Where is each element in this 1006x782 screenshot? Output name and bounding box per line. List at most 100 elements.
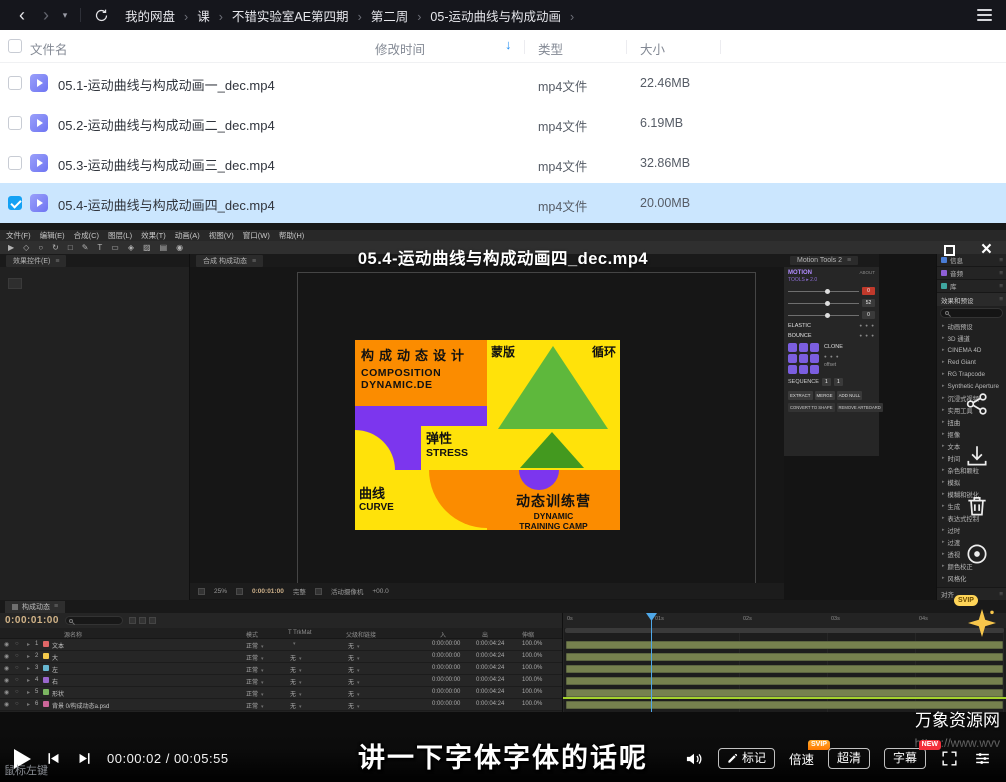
file-list: 文件名 修改时间 ↓ 类型 大小 05.1-运动曲线与构成动画一_dec.mp4… <box>0 30 1006 223</box>
back-icon[interactable]: ‹ <box>10 1 34 29</box>
column-filename[interactable]: 文件名 <box>30 39 68 58</box>
ae-zoom-level: 25% <box>214 588 227 595</box>
timeline-switch-icons <box>129 617 156 624</box>
layer-mode: 正常 <box>246 677 264 686</box>
column-mtime[interactable]: 修改时间 <box>375 39 425 58</box>
fullscreen-icon[interactable] <box>940 749 959 768</box>
timeline-track-bar <box>566 701 1003 709</box>
divider <box>626 40 627 54</box>
file-name[interactable]: 05.2-运动曲线与构成动画二_dec.mp4 <box>58 115 275 134</box>
file-checkbox[interactable] <box>8 116 22 130</box>
layer-stretch: 100.0% <box>522 701 542 707</box>
download-button[interactable] <box>964 443 992 471</box>
file-row[interactable]: 05.4-运动曲线与构成动画四_dec.mp4 mp4文件 20.00MB <box>0 183 1006 223</box>
maximize-button[interactable] <box>944 245 955 256</box>
effects-panel-title: 效果和预设 <box>937 293 1006 306</box>
breadcrumb-item[interactable]: 第二周 <box>371 6 431 25</box>
layer-solo-icon: ○ <box>15 677 19 683</box>
artwork-text: 曲线 <box>359 483 421 502</box>
breadcrumb-item[interactable]: 05-运动曲线与构成动画 <box>430 6 583 25</box>
share-button[interactable] <box>964 391 992 419</box>
quality-button[interactable]: 超清 <box>828 748 870 769</box>
layer-parent: 无 <box>348 701 360 710</box>
volume-icon[interactable] <box>684 749 704 769</box>
speed-button[interactable]: 倍速 SVIP <box>789 749 814 768</box>
quarter-circle-shape <box>355 430 395 470</box>
record-button[interactable] <box>964 541 992 569</box>
column-size[interactable]: 大小 <box>640 39 665 58</box>
speed-label: 倍速 <box>789 753 814 767</box>
file-size: 6.19MB <box>640 116 683 130</box>
layer-name: 左 <box>52 665 58 674</box>
playhead-line <box>651 613 652 712</box>
layer-parent: 无 <box>348 677 360 686</box>
timeline-search-box <box>65 616 123 625</box>
ae-menu-item: 帮助(H) <box>279 230 304 241</box>
layer-mode: 正常 <box>246 701 264 710</box>
forward-icon[interactable]: › <box>34 1 58 29</box>
file-name[interactable]: 05.1-运动曲线与构成动画一_dec.mp4 <box>58 75 275 94</box>
layer-expand-icon: ▸ <box>27 665 30 672</box>
artwork-elastic-block: 弹性 STRESS <box>421 426 487 470</box>
settings-icon[interactable] <box>973 749 992 768</box>
history-dropdown-icon[interactable]: ▾ <box>58 1 72 29</box>
panel-label: 效果和预设 <box>941 295 974 305</box>
caption-button[interactable]: 字幕 NEW <box>884 748 926 769</box>
ae-exposure: +00.0 <box>372 588 388 595</box>
refresh-icon[interactable] <box>89 8 113 23</box>
file-type: mp4文件 <box>538 196 587 215</box>
file-row[interactable]: 05.3-运动曲线与构成动画三_dec.mp4 mp4文件 32.86MB <box>0 143 1006 183</box>
slider-value: 0 <box>862 287 875 295</box>
file-checkbox[interactable] <box>8 196 22 210</box>
mt-slider: 52 <box>788 299 875 307</box>
file-checkbox[interactable] <box>8 156 22 170</box>
video-player[interactable]: 文件(F)编辑(E)合成(C)图层(L)效果(T)动画(A)视图(V)窗口(W)… <box>0 223 1006 782</box>
effect-category: 3D 通道 <box>937 332 1006 344</box>
artwork-text: DYNAMIC.DE <box>361 379 487 391</box>
file-type: mp4文件 <box>538 116 587 135</box>
ae-menu-item: 效果(T) <box>141 230 166 241</box>
timeline-layer-row: ◉ ○ ▸ 2 大 正常 无 无 0:00:00:00 0:00:04:24 1… <box>0 651 562 663</box>
file-name[interactable]: 05.4-运动曲线与构成动画四_dec.mp4 <box>58 195 275 214</box>
slider-track <box>788 315 859 316</box>
ae-panel-item <box>8 278 22 289</box>
ae-menu-item: 合成(C) <box>74 230 99 241</box>
mt-button: CONVERT TO SHAPE <box>788 403 835 412</box>
svip-widget[interactable]: SVIP <box>954 595 998 647</box>
panel-icon <box>941 283 947 289</box>
file-row[interactable]: 05.1-运动曲线与构成动画一_dec.mp4 mp4文件 22.46MB <box>0 63 1006 103</box>
sort-desc-icon[interactable]: ↓ <box>505 37 512 52</box>
column-type[interactable]: 类型 <box>538 39 563 58</box>
layer-number: 2 <box>35 653 38 659</box>
layer-expand-icon: ▸ <box>27 701 30 708</box>
timeline-track-area: 0s01s02s03s04s <box>562 613 1006 712</box>
file-checkbox[interactable] <box>8 76 22 90</box>
mt-button: REMOVE ARTBOARD <box>837 403 883 412</box>
col-stretch: 伸缩 <box>522 630 534 639</box>
window-controls: × <box>944 243 992 257</box>
col-mode: 模式 <box>246 630 258 639</box>
file-size: 20.00MB <box>640 196 690 210</box>
breadcrumb-item[interactable]: 不错实验室AE第四期 <box>232 6 371 25</box>
close-button[interactable]: × <box>981 243 992 257</box>
mark-button[interactable]: 标记 <box>718 748 775 769</box>
file-name[interactable]: 05.3-运动曲线与构成动画三_dec.mp4 <box>58 155 275 174</box>
file-type: mp4文件 <box>538 76 587 95</box>
select-all-checkbox[interactable] <box>8 39 22 53</box>
file-row[interactable]: 05.2-运动曲线与构成动画二_dec.mp4 mp4文件 6.19MB <box>0 103 1006 143</box>
menu-icon[interactable] <box>977 9 992 21</box>
mt-offset-label: offset <box>824 361 843 370</box>
quality-label: 超清 <box>837 751 861 766</box>
player-controls: 00:00:02 / 00:05:55 标记 倍速 SVIP 超清 字幕 NEW <box>0 735 1006 782</box>
breadcrumb-item[interactable]: 我的网盘 <box>125 6 197 25</box>
timeline-track-bar <box>566 665 1003 673</box>
next-button[interactable] <box>76 750 93 767</box>
layer-mode: 正常 <box>246 689 264 698</box>
layer-out-time: 0:00:04:24 <box>476 677 504 683</box>
delete-button[interactable] <box>964 493 992 521</box>
layer-stretch: 100.0% <box>522 677 542 683</box>
layer-expand-icon: ▸ <box>27 653 30 660</box>
mt-slider: 0 <box>788 311 875 319</box>
breadcrumb-item[interactable]: 课 <box>197 6 232 25</box>
pen-icon <box>727 753 738 764</box>
